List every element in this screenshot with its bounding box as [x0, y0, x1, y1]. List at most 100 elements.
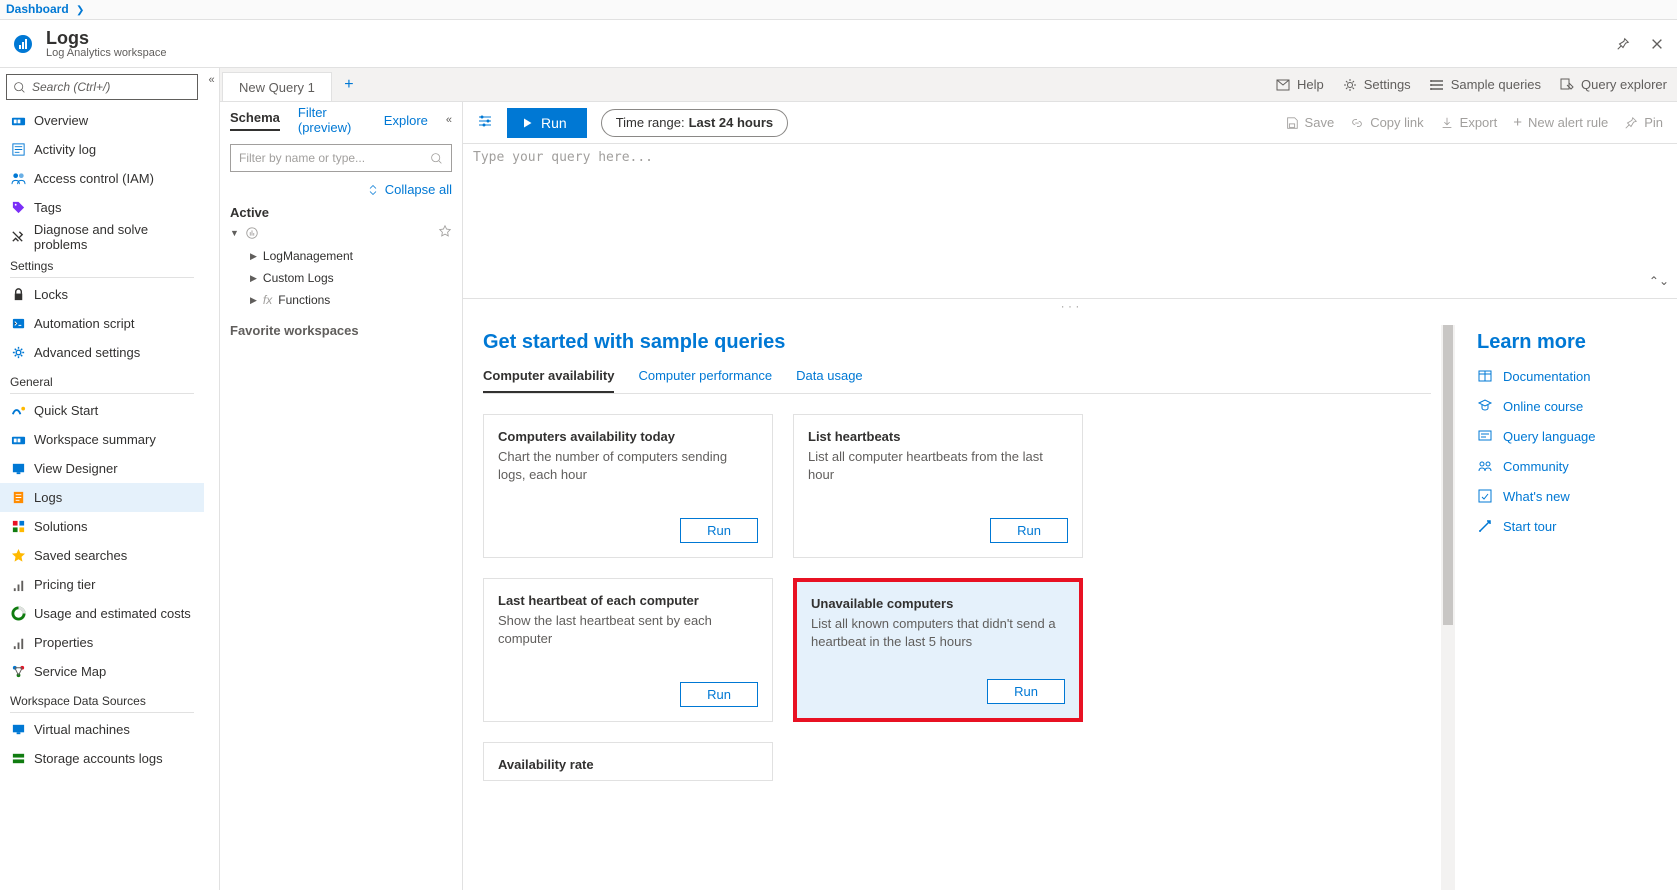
sidebar-item-service-map[interactable]: Service Map — [0, 657, 204, 686]
diagnose-icon — [10, 229, 26, 245]
tab-computer-performance[interactable]: Computer performance — [638, 368, 772, 393]
page-subtitle: Log Analytics workspace — [46, 47, 1613, 59]
query-editor[interactable]: Type your query here... ⌃⌄ — [463, 144, 1677, 299]
learn-link-start-tour[interactable]: Start tour — [1477, 518, 1657, 534]
schema-filter-input[interactable]: Filter by name or type... — [230, 144, 452, 172]
favorite-star-icon[interactable] — [438, 224, 452, 241]
schema-node-custom-logs[interactable]: ▶Custom Logs — [230, 267, 452, 289]
learn-link-community[interactable]: Community — [1477, 458, 1657, 474]
save-button[interactable]: Save — [1285, 114, 1335, 131]
sidebar-section-general: General — [0, 367, 204, 391]
designer-icon — [10, 461, 26, 477]
sidebar-item-view-designer[interactable]: View Designer — [0, 454, 204, 483]
breadcrumb-dashboard[interactable]: Dashboard — [6, 2, 69, 16]
settings-link[interactable]: Settings — [1342, 77, 1411, 93]
expand-editor-icon[interactable]: ⌃⌄ — [1649, 274, 1669, 288]
schema-tab-schema[interactable]: Schema — [230, 110, 280, 131]
usage-icon — [10, 606, 26, 622]
sidebar-item-label: Overview — [34, 113, 88, 128]
query-explorer-link[interactable]: Query explorer — [1559, 77, 1667, 93]
close-icon[interactable] — [1647, 34, 1667, 54]
sidebar-item-pricing-tier[interactable]: Pricing tier — [0, 570, 204, 599]
sidebar-item-automation-script[interactable]: Automation script — [0, 309, 204, 338]
activity-icon — [10, 142, 26, 158]
sidebar-collapse-icon[interactable]: « — [204, 68, 219, 890]
run-button[interactable]: Run — [507, 108, 587, 138]
favorite-workspaces-label: Favorite workspaces — [220, 315, 462, 346]
sidebar-item-label: Quick Start — [34, 403, 98, 418]
add-tab-icon[interactable]: + — [332, 68, 366, 101]
sample-card-computers-availability-today: Computers availability today Chart the n… — [483, 414, 773, 558]
tab-new-query[interactable]: New Query 1 — [222, 72, 332, 101]
sidebar-item-locks[interactable]: Locks — [0, 280, 204, 309]
copy-link-button[interactable]: Copy link — [1350, 114, 1423, 131]
search-placeholder: Search (Ctrl+/) — [32, 80, 110, 94]
schema-filter-placeholder: Filter by name or type... — [239, 151, 365, 165]
learn-link-documentation[interactable]: Documentation — [1477, 368, 1657, 384]
card-run-button[interactable]: Run — [680, 518, 758, 543]
sidebar-item-quick-start[interactable]: Quick Start — [0, 396, 204, 425]
schema-tab-explore[interactable]: Explore — [384, 113, 428, 128]
schema-tab-filter[interactable]: Filter (preview) — [298, 105, 366, 135]
iam-icon — [10, 171, 26, 187]
sidebar-item-diagnose-and-solve-problems[interactable]: Diagnose and solve problems — [0, 222, 204, 251]
learn-more-panel: Learn more DocumentationOnline courseQue… — [1457, 325, 1677, 890]
sidebar-item-label: Properties — [34, 635, 93, 650]
sample-queries-link[interactable]: Sample queries — [1429, 77, 1541, 93]
card-run-button[interactable]: Run — [680, 682, 758, 707]
sidebar-item-logs[interactable]: Logs — [0, 483, 204, 512]
sidebar-item-advanced-settings[interactable]: Advanced settings — [0, 338, 204, 367]
sidebar-item-saved-searches[interactable]: Saved searches — [0, 541, 204, 570]
sidebar: Search (Ctrl+/) Overview Activity logAcces… — [0, 68, 204, 890]
collapse-all-link[interactable]: Collapse all — [220, 178, 462, 201]
sidebar-item-overview[interactable]: Overview — [0, 106, 204, 135]
sidebar-item-access-control-iam-[interactable]: Access control (IAM) — [0, 164, 204, 193]
sidebar-item-label: Virtual machines — [34, 722, 130, 737]
command-bar: Run Time range: Last 24 hours Save Copy … — [463, 102, 1677, 144]
sidebar-item-label: Tags — [34, 200, 61, 215]
learn-link-query-language[interactable]: Query language — [1477, 428, 1657, 444]
schema-node-logmanagement[interactable]: ▶LogManagement — [230, 245, 452, 267]
properties-icon — [10, 635, 26, 651]
card-run-button[interactable]: Run — [987, 679, 1065, 704]
sidebar-item-activity-log[interactable]: Activity log — [0, 135, 204, 164]
tab-computer-availability[interactable]: Computer availability — [483, 368, 614, 393]
pin-icon[interactable] — [1613, 34, 1633, 54]
sidebar-section-datasources: Workspace Data Sources — [0, 686, 204, 710]
sidebar-item-label: View Designer — [34, 461, 118, 476]
card-title: Unavailable computers — [811, 596, 1065, 611]
new-alert-rule-button[interactable]: +New alert rule — [1513, 114, 1608, 131]
lock-icon — [10, 287, 26, 303]
sidebar-item-label: Diagnose and solve problems — [34, 222, 204, 252]
filter-settings-icon[interactable] — [477, 113, 493, 132]
sidebar-item-virtual-machines[interactable]: Virtual machines — [0, 715, 204, 744]
splitter-handle[interactable]: · · · — [463, 299, 1677, 315]
tab-data-usage[interactable]: Data usage — [796, 368, 863, 393]
query-tabbar: New Query 1 + Help Settings Sample queri… — [220, 68, 1677, 102]
sidebar-item-tags[interactable]: Tags — [0, 193, 204, 222]
export-button[interactable]: Export — [1440, 114, 1498, 131]
quick-icon — [10, 403, 26, 419]
solutions-icon — [10, 519, 26, 535]
sidebar-item-workspace-summary[interactable]: Workspace summary — [0, 425, 204, 454]
sidebar-item-storage-accounts-logs[interactable]: Storage accounts logs — [0, 744, 204, 773]
learn-link-what-s-new[interactable]: What's new — [1477, 488, 1657, 504]
time-range-value: Last 24 hours — [689, 115, 774, 130]
sample-card-last-heartbeat-of-each-computer: Last heartbeat of each computer Show the… — [483, 578, 773, 722]
results-heading: Get started with sample queries — [483, 331, 1431, 354]
card-description: Show the last heartbeat sent by each com… — [498, 612, 758, 648]
help-link[interactable]: Help — [1275, 77, 1324, 93]
results-scrollbar[interactable] — [1441, 325, 1455, 890]
sidebar-item-properties[interactable]: Properties — [0, 628, 204, 657]
schema-node-functions[interactable]: ▶fxFunctions — [230, 289, 452, 311]
card-run-button[interactable]: Run — [990, 518, 1068, 543]
learn-link-online-course[interactable]: Online course — [1477, 398, 1657, 414]
sidebar-item-solutions[interactable]: Solutions — [0, 512, 204, 541]
schema-collapse-icon[interactable]: « — [446, 114, 452, 126]
sidebar-search-input[interactable]: Search (Ctrl+/) — [6, 74, 198, 100]
card-description: List all known computers that didn't sen… — [811, 615, 1065, 651]
sidebar-item-usage-and-estimated-costs[interactable]: Usage and estimated costs — [0, 599, 204, 628]
time-range-selector[interactable]: Time range: Last 24 hours — [601, 109, 788, 137]
logs-icon — [10, 490, 26, 506]
pin-button[interactable]: Pin — [1624, 114, 1663, 131]
